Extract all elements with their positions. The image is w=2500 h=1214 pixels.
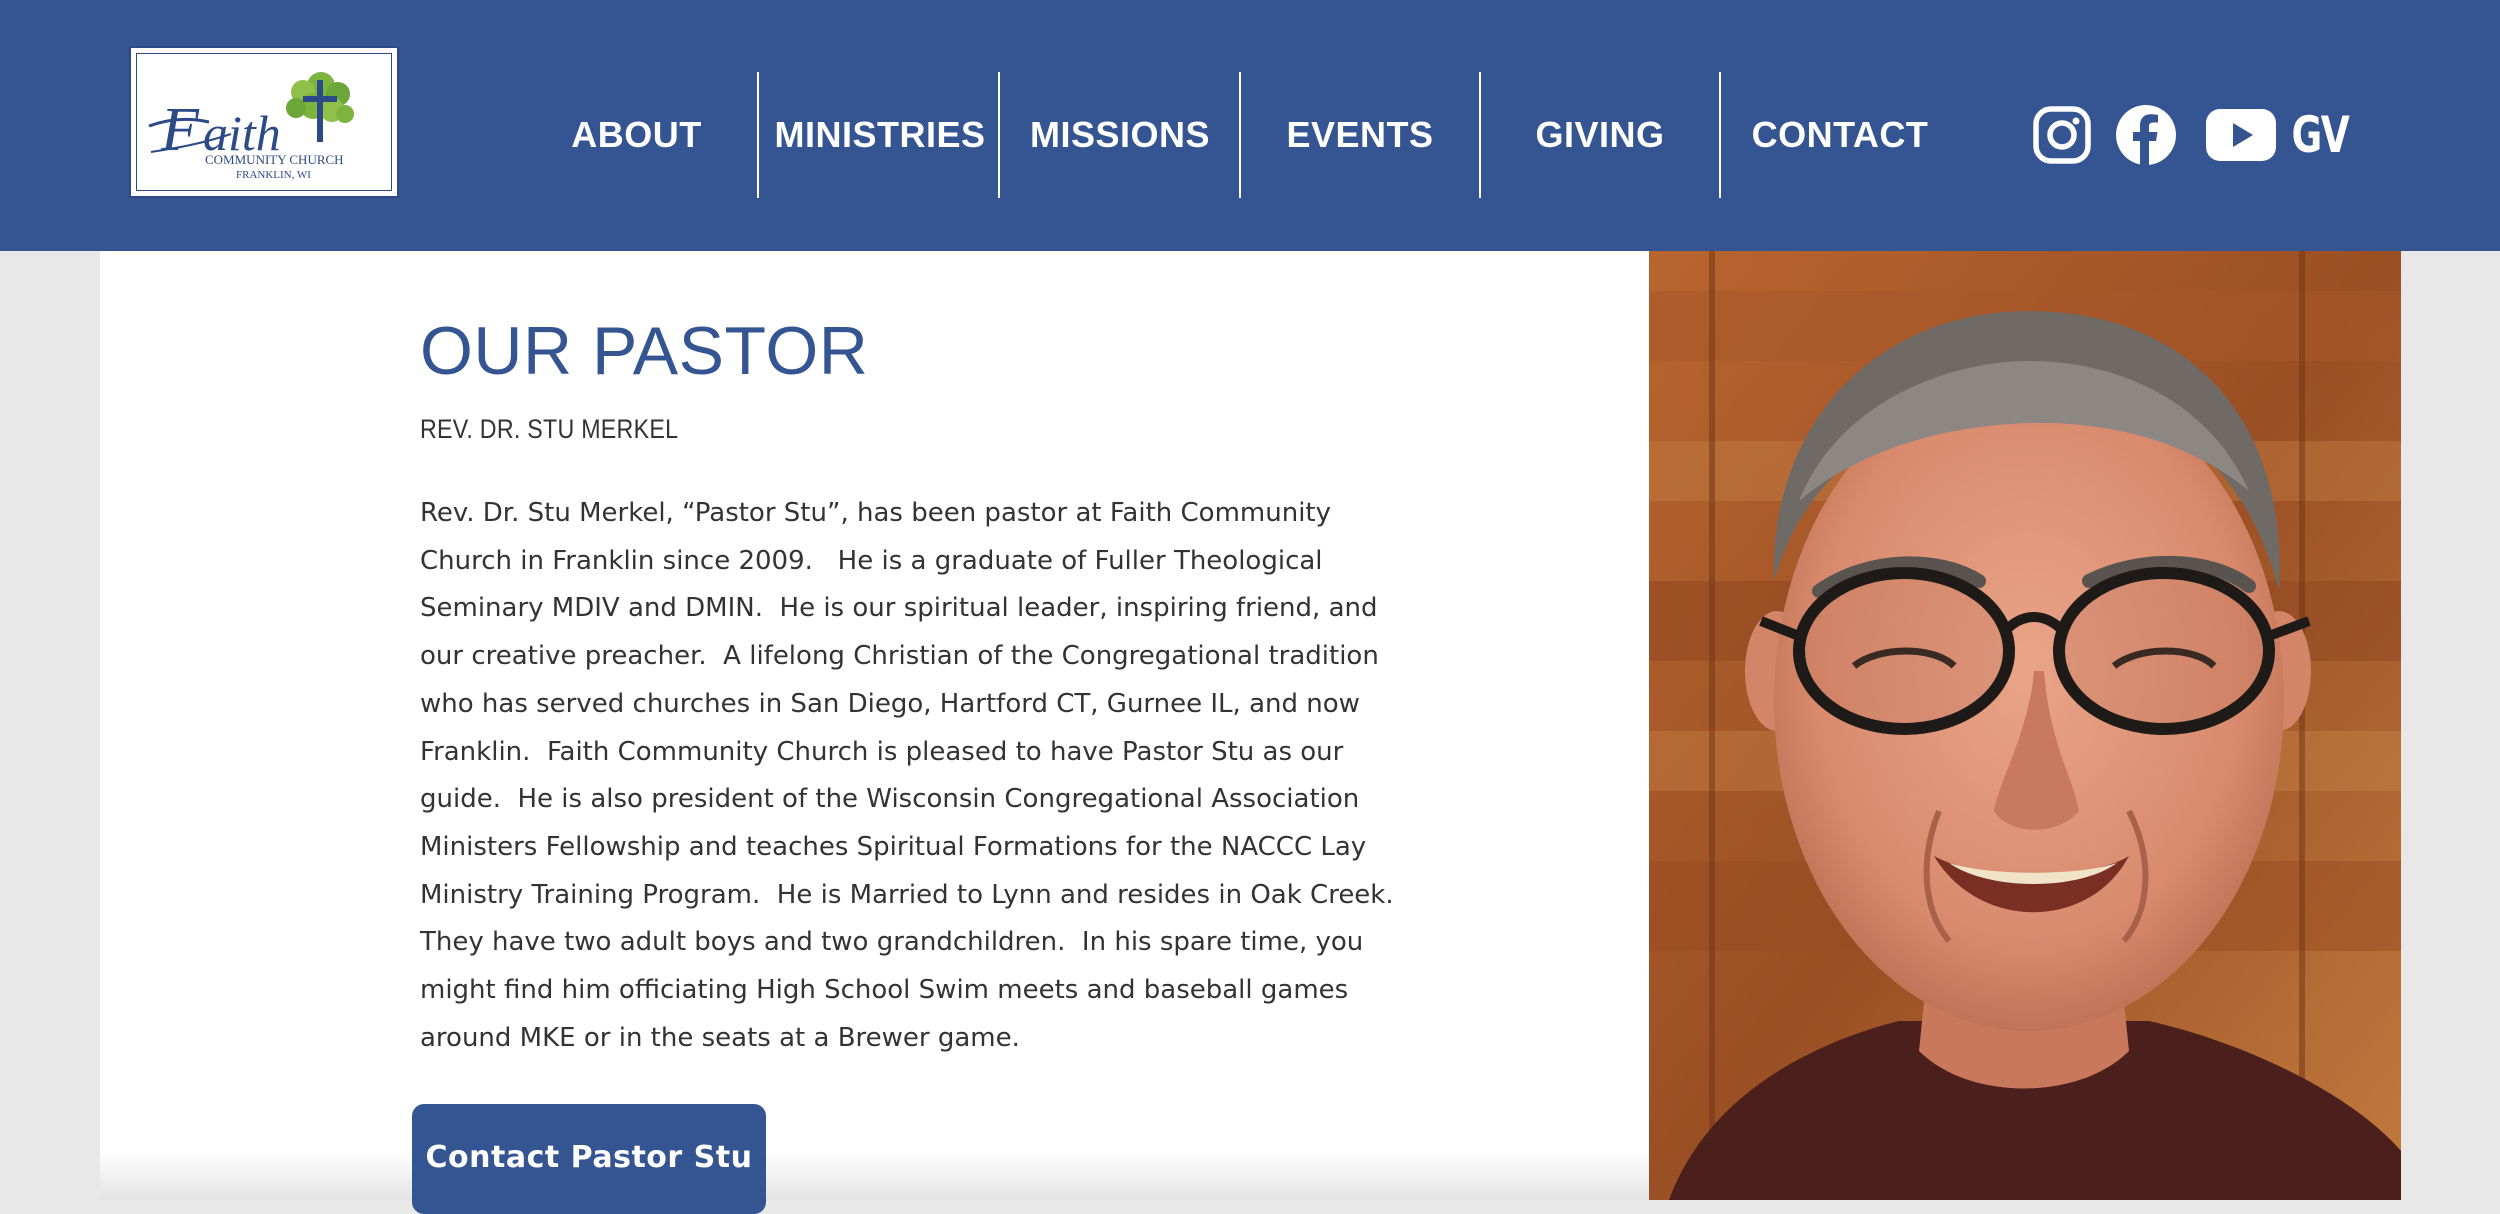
bio-line: They have two adult boys and two grandch…	[420, 927, 1364, 958]
site-header: F aith COMMUNITY CHURCH FRANKLIN, WI ABO…	[0, 0, 2500, 251]
bio-line: Ministry Training Program. He is Married…	[420, 879, 1394, 910]
nav-divider	[1719, 72, 1721, 198]
contact-pastor-button[interactable]: Contact Pastor Stu	[412, 1104, 766, 1214]
bottom-fade	[100, 1150, 1649, 1200]
bio-line: Rev. Dr. Stu Merkel, “Pastor Stu”, has b…	[420, 498, 1332, 528]
nav-divider	[1479, 72, 1481, 198]
logo-line2: FRANKLIN, WI	[236, 169, 311, 181]
nav-ministries[interactable]: MINISTRIES	[760, 72, 1000, 198]
bio-line: Franklin. Faith Community Church is plea…	[420, 736, 1344, 767]
nav-divider	[757, 72, 759, 198]
nav-contact[interactable]: CONTACT	[1720, 72, 1960, 198]
page-title: OUR PASTOR	[420, 313, 869, 389]
bio-line: around MKE or in the seats at a Brewer g…	[420, 1022, 1020, 1053]
logo-wordmark: F	[160, 96, 200, 164]
facebook-icon[interactable]	[2114, 100, 2178, 170]
gv-label: GV	[2291, 106, 2350, 164]
bio-line: guide. He is also president of the Wisco…	[420, 784, 1360, 815]
nav-giving[interactable]: GIVING	[1480, 72, 1720, 198]
bio-line: our creative preacher. A lifelong Christ…	[420, 641, 1379, 672]
nav-events[interactable]: EVENTS	[1240, 72, 1480, 198]
bio-line: Ministers Fellowship and teaches Spiritu…	[420, 831, 1367, 862]
bio-line: might find him officiating High School S…	[420, 975, 1349, 1006]
logo-line1: COMMUNITY CHURCH	[205, 152, 344, 167]
instagram-icon[interactable]	[2030, 100, 2094, 170]
gv-icon[interactable]: GV	[2291, 100, 2350, 170]
bio-line: Church in Franklin since 2009. He is a g…	[420, 545, 1323, 576]
nav-about[interactable]: ABOUT	[554, 72, 719, 198]
pastor-photo	[1649, 251, 2401, 1200]
pastor-name: REV. DR. STU MERKEL	[420, 414, 679, 444]
logo-graphic: F aith COMMUNITY CHURCH FRANKLIN, WI	[148, 72, 354, 181]
pastor-bio: Rev. Dr. Stu Merkel, “Pastor Stu”, has b…	[420, 490, 1394, 1062]
bio-line: Seminary MDIV and DMIN. He is our spirit…	[420, 593, 1378, 624]
bio-line: who has served churches in San Diego, Ha…	[420, 688, 1360, 719]
nav-missions[interactable]: MISSIONS	[1000, 72, 1240, 198]
church-logo[interactable]: F aith COMMUNITY CHURCH FRANKLIN, WI	[129, 46, 399, 198]
youtube-icon[interactable]	[2205, 100, 2277, 170]
nav-divider	[1239, 72, 1241, 198]
nav-divider	[998, 72, 1000, 198]
